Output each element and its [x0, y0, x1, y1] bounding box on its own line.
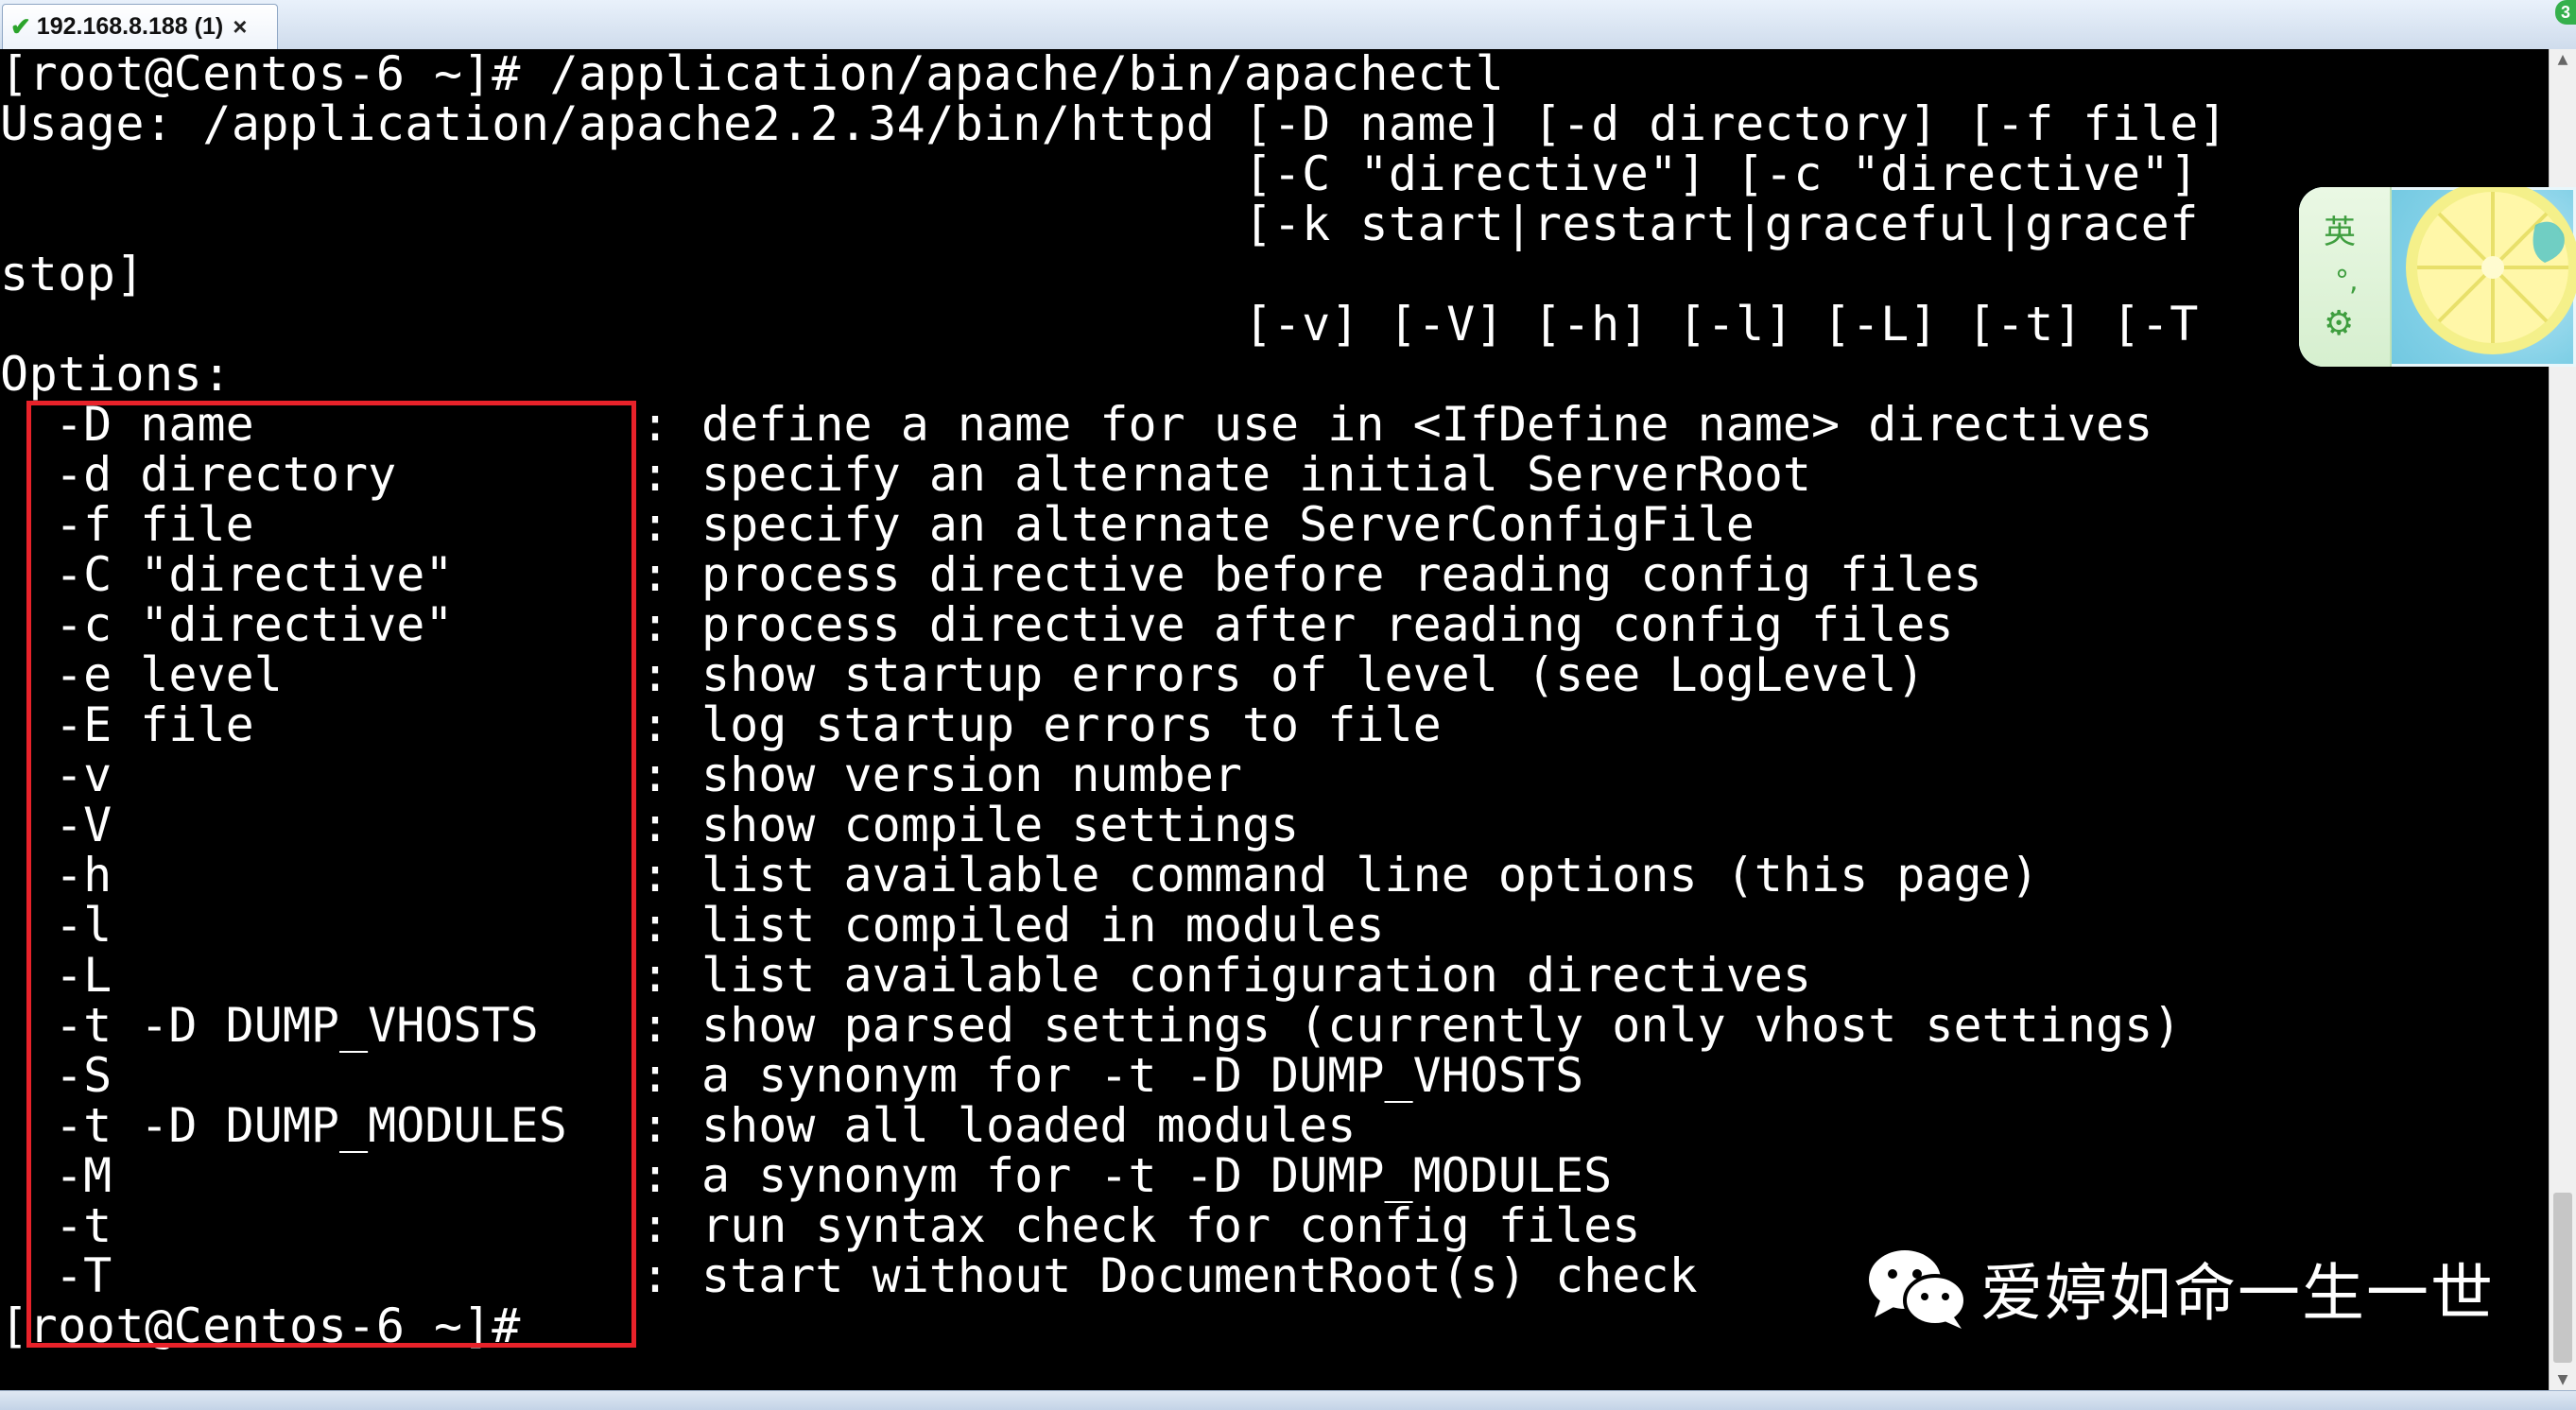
- option-flag: -t: [55, 1198, 112, 1253]
- option-separator: :: [641, 1248, 670, 1303]
- option-separator: :: [641, 848, 670, 903]
- terminal-line: [-k start|restart|graceful|gracef: [0, 197, 2199, 251]
- option-separator: :: [641, 948, 670, 1003]
- option-separator: :: [641, 497, 670, 552]
- option-separator: :: [641, 1148, 670, 1203]
- scroll-thumb[interactable]: [2553, 1193, 2572, 1363]
- option-description: a synonym for -t -D DUMP_VHOSTS: [701, 1048, 1584, 1103]
- terminal-line: Usage: /application/apache2.2.34/bin/htt…: [0, 96, 2228, 151]
- terminal-line: [-v] [-V] [-h] [-l] [-L] [-t] [-T: [0, 297, 2199, 352]
- watermark-text: 爱婷如命一生一世: [1980, 1257, 2495, 1330]
- session-count-badge[interactable]: 3: [2555, 0, 2576, 25]
- window-bottom-border: [0, 1390, 2576, 1410]
- option-flag: -d directory: [55, 447, 397, 502]
- option-description: specify an alternate ServerConfigFile: [701, 497, 1755, 552]
- gear-icon[interactable]: ⚙: [2324, 304, 2354, 343]
- session-tab-bar: ✔ 192.168.8.188 (1) × 3: [0, 0, 2576, 50]
- wechat-icon: [1869, 1250, 1967, 1329]
- watermark: 爱婷如命一生一世: [1867, 1246, 2495, 1331]
- option-description: show all loaded modules: [701, 1098, 1357, 1153]
- option-description: process directive after reading config f…: [701, 597, 1954, 652]
- option-description: run syntax check for config files: [701, 1198, 1641, 1253]
- option-flag: -t -D DUMP_VHOSTS: [55, 998, 539, 1053]
- option-separator: :: [641, 447, 670, 502]
- option-description: list available command line options (thi…: [701, 848, 2039, 903]
- option-description: show parsed settings (currently only vho…: [701, 998, 2182, 1053]
- option-separator: :: [641, 1048, 670, 1103]
- shell-prompt: [root@Centos-6 ~]#: [0, 1298, 521, 1353]
- option-flag: -C "directive": [55, 547, 454, 602]
- option-flag: -e level: [55, 647, 283, 702]
- session-tab-title: 192.168.8.188 (1): [36, 13, 224, 40]
- option-description: a synonym for -t -D DUMP_MODULES: [701, 1148, 1613, 1203]
- option-flag: -S: [55, 1048, 112, 1103]
- option-separator: :: [641, 898, 670, 953]
- option-description: show version number: [701, 748, 1242, 802]
- option-flag: -v: [55, 748, 112, 802]
- option-separator: :: [641, 998, 670, 1053]
- terminal-line: Options:: [0, 347, 232, 402]
- option-flag: -t -D DUMP_MODULES: [55, 1098, 567, 1153]
- ime-controls: 英 °, ⚙: [2299, 187, 2392, 367]
- ime-punctuation-toggle[interactable]: °,: [2335, 265, 2359, 298]
- option-separator: :: [641, 397, 670, 452]
- ime-toolbar[interactable]: 英 °, ⚙: [2299, 187, 2576, 367]
- terminal-cursor: [520, 1308, 547, 1350]
- ssh-client-window: ✔ 192.168.8.188 (1) × 3 [root@Centos-6 ~…: [0, 0, 2576, 1410]
- option-description: show compile settings: [701, 798, 1300, 852]
- option-separator: :: [641, 697, 670, 752]
- option-description: list available configuration directives: [701, 948, 1811, 1003]
- check-icon: ✔: [10, 12, 31, 41]
- terminal-output[interactable]: [root@Centos-6 ~]# /application/apache/b…: [0, 49, 2550, 1390]
- option-separator: :: [641, 1098, 670, 1153]
- option-flag: -L: [55, 948, 112, 1003]
- option-flag: -E file: [55, 697, 254, 752]
- option-separator: :: [641, 647, 670, 702]
- option-flag: -f file: [55, 497, 254, 552]
- option-description: specify an alternate initial ServerRoot: [701, 447, 1811, 502]
- session-tab[interactable]: ✔ 192.168.8.188 (1) ×: [2, 4, 278, 49]
- scroll-up-icon[interactable]: ▲: [2550, 49, 2576, 70]
- option-flag: -M: [55, 1148, 112, 1203]
- option-description: show startup errors of level (see LogLev…: [701, 647, 1926, 702]
- terminal-line: stop]: [0, 247, 146, 301]
- option-flag: -D name: [55, 397, 254, 452]
- scroll-down-icon[interactable]: ▼: [2550, 1369, 2576, 1390]
- option-separator: :: [641, 597, 670, 652]
- terminal-line: [-C "directive"] [-c "directive"]: [0, 146, 2199, 201]
- lemon-skin-icon: [2406, 187, 2576, 354]
- terminal-line: [root@Centos-6 ~]# /application/apache/b…: [0, 49, 1505, 101]
- option-flag: -c "directive": [55, 597, 454, 652]
- ime-language-toggle[interactable]: 英: [2324, 206, 2356, 252]
- option-flag: -h: [55, 848, 112, 903]
- option-description: define a name for use in <IfDefine name>…: [701, 397, 2153, 452]
- option-description: log startup errors to file: [701, 697, 1442, 752]
- option-separator: :: [641, 547, 670, 602]
- option-description: start without DocumentRoot(s) check: [701, 1248, 1698, 1303]
- option-separator: :: [641, 748, 670, 802]
- option-flag: -V: [55, 798, 112, 852]
- option-flag: -l: [55, 898, 112, 953]
- option-separator: :: [641, 1198, 670, 1253]
- close-icon[interactable]: ×: [233, 12, 247, 42]
- option-separator: :: [641, 798, 670, 852]
- option-flag: -T: [55, 1248, 112, 1303]
- option-description: list compiled in modules: [701, 898, 1385, 953]
- option-description: process directive before reading config …: [701, 547, 1982, 602]
